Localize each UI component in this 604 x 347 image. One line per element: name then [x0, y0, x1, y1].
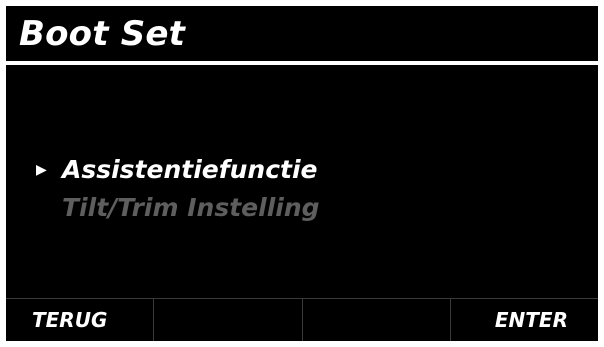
title-bar: Boot Set — [6, 6, 598, 65]
enter-softkey[interactable]: ENTER — [451, 299, 598, 341]
selection-cursor-icon: ▶ — [36, 162, 47, 178]
menu-item-assistentiefunctie[interactable]: ▶ Assistentiefunctie — [6, 152, 598, 190]
softkey-bar: TERUG ENTER — [6, 298, 598, 341]
display-screen: Boot Set ▶ Assistentiefunctie Tilt/Trim … — [6, 6, 598, 341]
enter-softkey-label: ENTER — [494, 308, 568, 332]
softkey-2[interactable] — [154, 299, 303, 341]
back-softkey-label: TERUG — [32, 308, 108, 332]
menu-list: ▶ Assistentiefunctie Tilt/Trim Instellin… — [6, 152, 598, 228]
page-title: Boot Set — [19, 14, 186, 54]
softkey-3[interactable] — [303, 299, 451, 341]
menu-item-tilt-trim-instelling[interactable]: Tilt/Trim Instelling — [6, 190, 598, 228]
back-softkey[interactable]: TERUG — [6, 299, 155, 341]
title-divider — [6, 61, 598, 65]
menu-item-label: Tilt/Trim Instelling — [62, 193, 320, 222]
menu-item-label: Assistentiefunctie — [62, 155, 318, 184]
